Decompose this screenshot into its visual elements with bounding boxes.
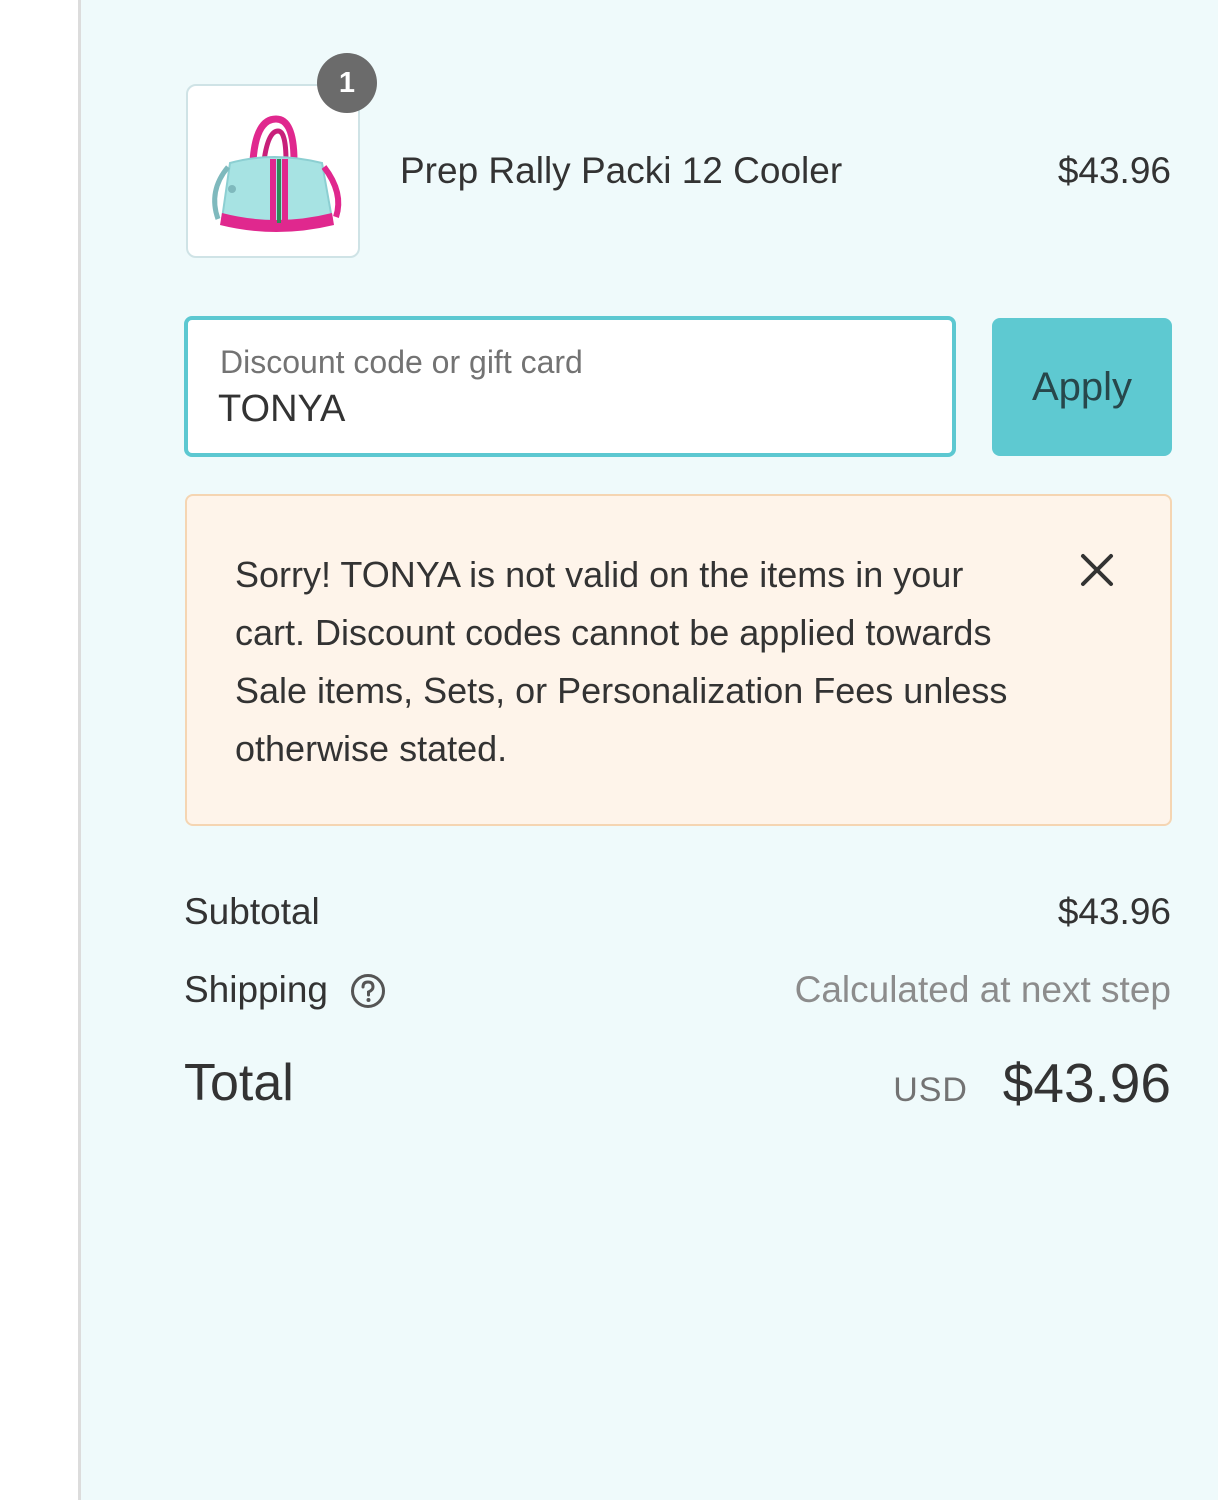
quantity-badge: 1 <box>317 53 377 113</box>
currency-code: USD <box>893 1071 968 1109</box>
discount-field[interactable]: Discount code or gift card <box>184 316 956 457</box>
discount-field-label: Discount code or gift card <box>220 344 583 380</box>
main-content-panel <box>0 0 78 1500</box>
shipping-value: Calculated at next step <box>794 969 1171 1010</box>
subtotal-value: $43.96 <box>1057 891 1171 932</box>
discount-error-banner: Sorry! TONYA is not valid on the items i… <box>185 494 1172 826</box>
close-icon[interactable] <box>1077 550 1117 590</box>
subtotal-label: Subtotal <box>184 891 320 932</box>
product-name: Prep Rally Packi 12 Cooler <box>400 150 843 191</box>
error-message: Sorry! TONYA is not valid on the items i… <box>235 554 1008 769</box>
order-summary: 1 Prep Rally Packi 12 Cooler $43.96 Disc… <box>81 0 1218 1500</box>
cooler-bag-icon <box>212 115 342 232</box>
total-value: $43.96 <box>1002 1052 1171 1114</box>
product-price: $43.96 <box>1057 150 1171 191</box>
question-circle-icon[interactable] <box>349 972 387 1010</box>
discount-code-input[interactable] <box>218 384 918 434</box>
apply-button[interactable]: Apply <box>992 318 1172 456</box>
shipping-label: Shipping <box>184 969 329 1010</box>
total-label: Total <box>184 1054 294 1112</box>
